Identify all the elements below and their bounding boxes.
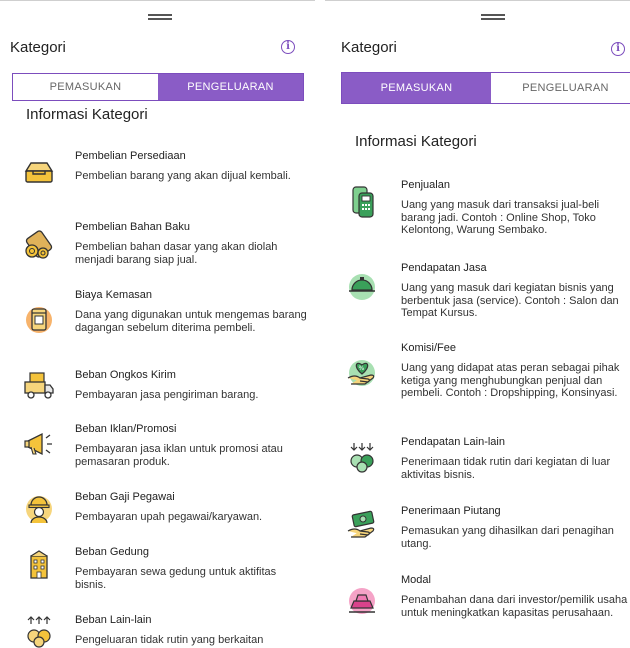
delivery-truck-icon (24, 372, 54, 399)
item-desc: Pemasukan yang dihasilkan dari penagihan… (401, 525, 614, 550)
tab-bar: PEMASUKAN PENGELUARAN (341, 72, 630, 104)
hand-heart-percent-icon: % (347, 360, 375, 386)
left-screen: Kategori i PEMASUKAN PENGELUARAN Informa… (0, 0, 315, 648)
app-bar: Kategori i (0, 36, 315, 62)
item-name: Pendapatan Lain-lain (401, 436, 505, 448)
item-desc: Pembayaran sewa gedung untuk aktifitas b… (75, 566, 277, 591)
item-name: Beban Ongkos Kirim (75, 369, 176, 381)
tab-pemasukan[interactable]: PEMASUKAN (342, 73, 491, 103)
drag-handle[interactable] (481, 14, 505, 20)
worker-helmet-icon (26, 496, 52, 524)
top-border (0, 0, 315, 1)
tab-pemasukan[interactable]: PEMASUKAN (13, 74, 158, 100)
item-desc: Pembelian barang yang akan dijual kembal… (75, 170, 291, 182)
item-name: Beban Gaji Pegawai (75, 491, 175, 503)
info-icon[interactable]: i (281, 40, 295, 54)
item-name: Pembelian Persediaan (75, 150, 186, 162)
item-desc: Pembelian bahan dasar yang akan diolah m… (75, 241, 278, 266)
tab-bar: PEMASUKAN PENGELUARAN (12, 73, 304, 101)
section-title: Informasi Kategori (26, 106, 148, 123)
item-desc: Uang yang masuk dari transaksi jual-beli… (401, 199, 600, 236)
item-name: Beban Lain-lain (75, 614, 152, 626)
item-desc: Pengeluaran tidak rutin yang berkaitan (75, 634, 264, 646)
item-name: Penerimaan Piutang (401, 505, 501, 517)
item-name: Beban Iklan/Promosi (75, 423, 177, 435)
cash-register-icon (352, 186, 374, 218)
item-desc: Penambahan dana dari investor/pemilik us… (401, 594, 628, 619)
megaphone-icon (24, 432, 52, 456)
item-desc: Penerimaan tidak rutin dari kegiatan di … (401, 456, 611, 481)
item-name: Pembelian Bahan Baku (75, 221, 190, 233)
app-title: Kategori (341, 39, 397, 56)
wood-logs-icon (25, 230, 53, 259)
drag-handle[interactable] (148, 14, 172, 20)
tab-pengeluaran[interactable]: PENGELUARAN (491, 73, 630, 103)
inventory-tray-icon (24, 162, 54, 183)
item-name: Modal (401, 574, 431, 586)
tab-pengeluaran[interactable]: PENGELUARAN (158, 74, 303, 100)
item-desc: Pembayaran jasa pengiriman barang. (75, 389, 259, 401)
item-name: Penjualan (401, 179, 450, 191)
coins-arrows-up-icon (27, 616, 51, 648)
coins-arrows-down-icon (350, 443, 374, 473)
item-desc: Dana yang digunakan untuk mengemas baran… (75, 309, 307, 334)
screen-divider (316, 0, 324, 648)
item-name: Komisi/Fee (401, 342, 457, 354)
item-name: Beban Gedung (75, 546, 150, 558)
item-desc: Pembayaran upah pegawai/karyawan. (75, 511, 263, 523)
section-title: Informasi Kategori (355, 133, 477, 150)
info-icon[interactable]: i (611, 42, 625, 56)
app-title: Kategori (10, 39, 66, 56)
item-name: Biaya Kemasan (75, 289, 153, 301)
item-desc: Pembayaran jasa iklan untuk promosi atau… (75, 443, 283, 468)
gold-bars-icon (349, 588, 375, 614)
hand-cash-icon (347, 510, 375, 538)
top-border (325, 0, 630, 1)
item-name: Pendapatan Jasa (401, 262, 487, 274)
app-bar: Kategori i (325, 36, 630, 62)
item-desc: Uang yang masuk dari kegiatan bisnis yan… (401, 282, 619, 319)
package-box-icon (26, 307, 52, 333)
svg-text:%: % (359, 365, 365, 372)
service-cloche-icon (349, 274, 375, 300)
building-icon (30, 550, 48, 579)
item-desc: Uang yang didapat atas peran sebagai pih… (401, 362, 620, 399)
right-screen: Kategori i PEMASUKAN PENGELUARAN Informa… (325, 0, 630, 648)
